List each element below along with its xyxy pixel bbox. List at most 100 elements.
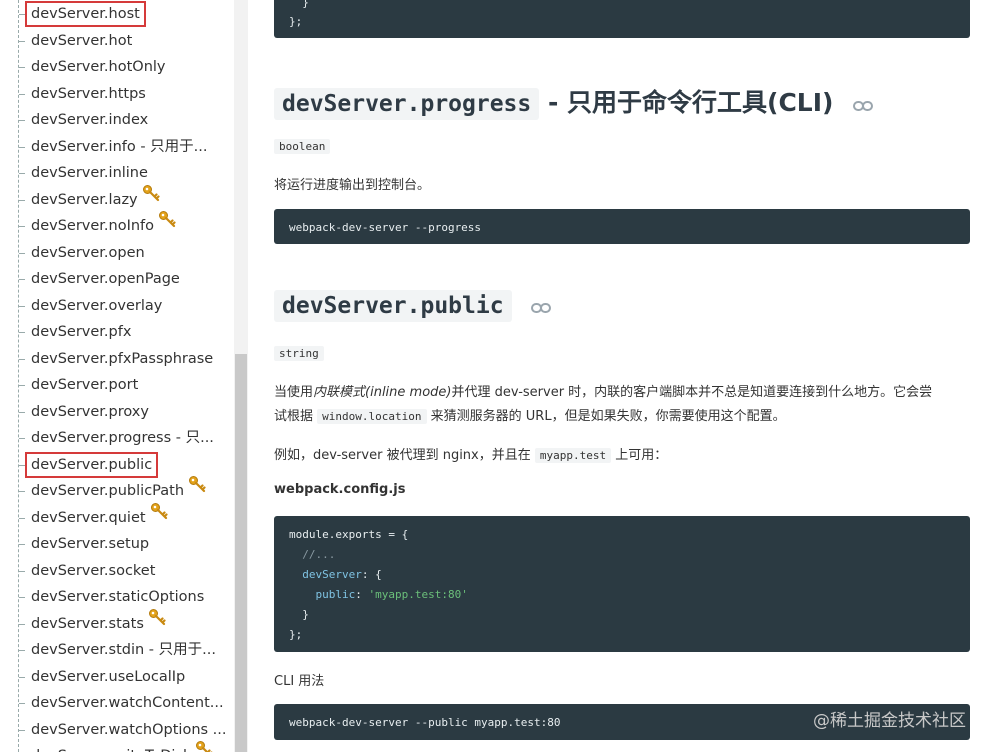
sidebar-item[interactable]: devServer.watchContent... — [0, 690, 234, 717]
code-punct: : { — [361, 568, 382, 581]
sidebar-item[interactable]: devServer.https — [0, 81, 234, 108]
public-description-line1: 当使用内联模式(inline mode)并代理 dev-server 时，内联的… — [274, 381, 932, 400]
key-icon — [148, 608, 166, 636]
sidebar-item-label: devServer.publicPath — [31, 483, 185, 499]
text: 上可用： — [615, 448, 668, 463]
key-icon — [142, 184, 160, 212]
code-line: }; — [289, 15, 303, 28]
sidebar-item-label: devServer.host — [25, 1, 146, 27]
sidebar-item-label: devServer.inline — [31, 165, 148, 181]
cli-usage-label: CLI 用法 — [274, 674, 325, 689]
code-line: module.exports = { — [289, 528, 409, 541]
sidebar-item[interactable]: devServer.pfxPassphrase — [0, 346, 234, 373]
code-line: } — [289, 608, 309, 621]
sidebar-item-label: devServer.quiet — [31, 509, 146, 526]
sidebar-item[interactable]: devServer.index — [0, 107, 234, 134]
sidebar-item[interactable]: devServer.proxy — [0, 399, 234, 426]
sidebar-item[interactable]: devServer.staticOptions — [0, 584, 234, 611]
link-icon[interactable] — [531, 299, 552, 318]
sidebar-item-label: devServer.pfx — [31, 324, 132, 340]
sidebar-item-label: devServer.info - 只用于... — [31, 138, 208, 155]
sidebar-item[interactable]: devServer.publicPath — [0, 475, 234, 505]
code-key: public — [289, 588, 356, 601]
sidebar-item-label: devServer.pfxPassphrase — [31, 350, 214, 367]
inline-mode-term: 内联模式(inline mode) — [313, 385, 452, 400]
sidebar-item[interactable]: devServer.hotOnly — [0, 54, 234, 81]
main-content: } }; devServer.progress - 只用于命令行工具(CLI) … — [274, 0, 970, 752]
text: 并代理 dev-server 时，内联的客户端脚本并不总是知道要连接到什么地方。… — [451, 385, 933, 400]
sidebar-item-label: devServer.progress - 只... — [31, 430, 214, 446]
sidebar-item[interactable]: devServer.stats — [0, 608, 234, 638]
sidebar-item-label: devServer.hot — [31, 32, 133, 49]
code-block-previous: } }; — [274, 0, 970, 38]
heading-public: devServer.public — [274, 290, 552, 322]
sidebar-item[interactable]: devServer.overlay — [0, 293, 234, 320]
sidebar-item-label: devServer.noInfo — [31, 218, 155, 234]
sidebar-item[interactable]: devServer.openPage — [0, 266, 234, 293]
sidebar-item-label: devServer.writeToDisk — [31, 743, 191, 752]
progress-description: 将运行进度输出到控制台。 — [274, 178, 431, 193]
sidebar-item[interactable]: devServer.setup — [0, 531, 234, 558]
sidebar-item-label: devServer.proxy — [31, 403, 149, 420]
sidebar-item-label: devServer.socket — [31, 562, 156, 579]
heading-progress: devServer.progress - 只用于命令行工具(CLI) — [274, 83, 874, 120]
inline-code-myapp-test: myapp.test — [534, 448, 612, 463]
public-example-text: 例如，dev-server 被代理到 nginx，并且在 myapp.test … — [274, 444, 667, 463]
heading-progress-code: devServer.progress — [274, 88, 540, 120]
sidebar-item-label: devServer.openPage — [31, 271, 180, 287]
code-line: webpack-dev-server --progress — [289, 221, 482, 234]
text: 例如，dev-server 被代理到 nginx，并且在 — [274, 448, 531, 463]
type-tag-string: string — [274, 346, 324, 361]
sidebar-item[interactable]: devServer.quiet — [0, 502, 234, 532]
sidebar-item[interactable]: devServer.host — [0, 1, 234, 28]
sidebar-item-label: devServer.watchOptions ... — [31, 721, 227, 738]
sidebar-item[interactable]: devServer.watchOptions ... — [0, 717, 234, 744]
sidebar-item[interactable]: devServer.progress - 只... — [0, 425, 234, 452]
sidebar-item-label: devServer.setup — [31, 536, 150, 552]
text: 试根据 — [274, 409, 314, 424]
sidebar-item[interactable]: devServer.open — [0, 240, 234, 267]
sidebar-nav-list: devServer.host devServer.hot devServer.hot… — [0, 1, 234, 752]
sidebar-item[interactable]: devServer.lazy — [0, 184, 234, 214]
sidebar-item-label: devServer.lazy — [31, 191, 138, 208]
key-icon — [150, 502, 168, 530]
sidebar-item-label: devServer.watchContent... — [31, 695, 224, 711]
code-line: public: 'myapp.test:80' — [289, 588, 468, 601]
sidebar-item-label: devServer.staticOptions — [31, 589, 205, 605]
sidebar-scrollbar-thumb[interactable] — [235, 354, 247, 752]
sidebar-item[interactable]: devServer.public — [0, 451, 234, 479]
code-line-comment: //... — [289, 548, 336, 561]
type-tag-boolean: boolean — [274, 139, 331, 154]
sidebar-item[interactable]: devServer.inline — [0, 160, 234, 187]
code-block-config: module.exports = { //... devServer: { pu… — [274, 516, 970, 652]
sidebar-item-label: devServer.overlay — [31, 297, 163, 314]
sidebar-item[interactable]: devServer.hot — [0, 28, 234, 55]
sidebar-item-label: devServer.index — [31, 112, 149, 128]
code-string: 'myapp.test:80' — [368, 588, 468, 601]
key-icon — [188, 475, 206, 503]
config-file-name: webpack.config.js — [274, 482, 406, 497]
sidebar-item[interactable]: devServer.writeToDisk — [0, 741, 234, 752]
sidebar-item-label: devServer.open — [31, 244, 145, 261]
sidebar-item[interactable]: devServer.port — [0, 372, 234, 399]
watermark: @稀土掘金技术社区 — [813, 711, 966, 731]
sidebar-item-label: devServer.https — [31, 85, 146, 102]
sidebar-item[interactable]: devServer.socket — [0, 558, 234, 585]
sidebar-item[interactable]: devServer.useLocalIp — [0, 664, 234, 691]
code-line: devServer: { — [289, 568, 382, 581]
code-key: devServer — [289, 568, 362, 581]
code-line: } — [289, 0, 309, 9]
link-icon[interactable] — [853, 97, 874, 116]
sidebar-item[interactable]: devServer.stdin - 只用于... — [0, 637, 234, 664]
inline-code-window-location: window.location — [317, 409, 427, 424]
sidebar-item-label: devServer.stats — [31, 615, 144, 632]
text: 当使用 — [274, 385, 314, 400]
sidebar-item[interactable]: devServer.pfx — [0, 319, 234, 346]
code-line: webpack-dev-server --public myapp.test:8… — [289, 716, 561, 729]
text: 来猜测服务器的 URL，但是如果失败，你需要使用这个配置。 — [430, 409, 786, 424]
code-block-progress-cli: webpack-dev-server --progress — [274, 209, 970, 244]
key-icon — [158, 210, 176, 238]
sidebar: devServer.host devServer.hot devServer.hot… — [0, 0, 248, 752]
sidebar-item[interactable]: devServer.info - 只用于... — [0, 134, 234, 161]
sidebar-item[interactable]: devServer.noInfo — [0, 210, 234, 240]
